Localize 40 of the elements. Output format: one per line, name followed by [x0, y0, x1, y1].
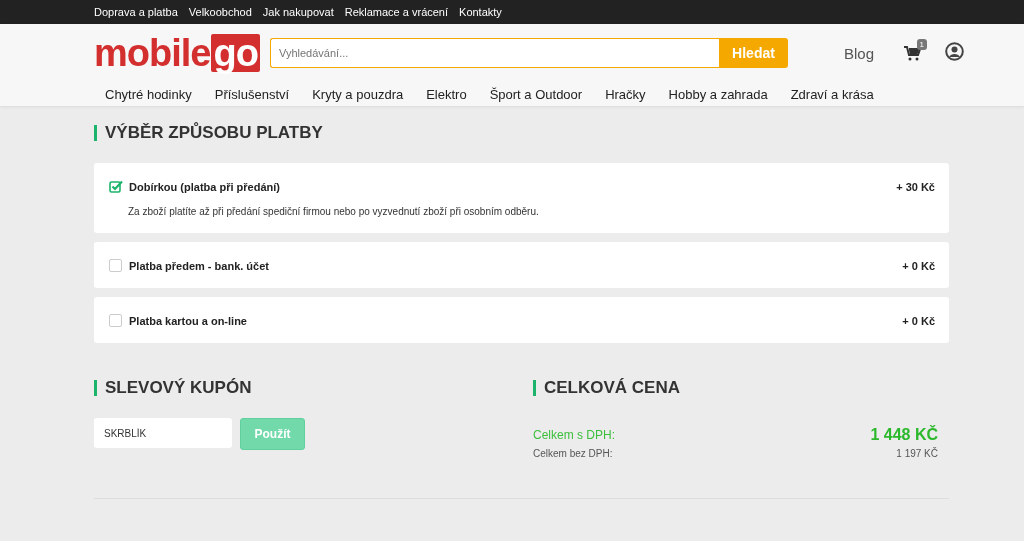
category-link[interactable]: Chytré hodinky	[105, 86, 192, 102]
coupon-field[interactable]: SKRBLÍK	[94, 418, 232, 448]
category-link[interactable]: Kryty a pouzdra	[312, 86, 404, 102]
top-link[interactable]: Doprava a platba	[94, 6, 178, 18]
category-link[interactable]: Příslušenství	[214, 86, 290, 102]
total-price: 1 197 KČ	[896, 448, 938, 459]
total-label: Celkem s DPH:	[533, 428, 615, 442]
category-link[interactable]: Elektro	[426, 86, 467, 102]
payment-price: + 0 Kč	[902, 314, 935, 327]
total-label: Celkem bez DPH:	[533, 448, 613, 459]
blog-link[interactable]: Blog	[844, 44, 875, 62]
checkbox[interactable]	[109, 314, 122, 327]
cart-count-badge: 1	[916, 38, 928, 50]
payment-option-label[interactable]: Platba předem - bank. účet	[129, 259, 897, 272]
section-heading: CELKOVÁ CENA	[544, 378, 680, 398]
payment-option-label[interactable]: Dobírkou (platba při předání)	[129, 180, 891, 193]
checkbox[interactable]	[109, 180, 123, 193]
search-field[interactable]: Vyhledávání...	[270, 38, 719, 68]
payment-option-label[interactable]: Platba kartou a on-line	[129, 314, 897, 327]
payment-price: + 30 Kč	[896, 180, 935, 193]
top-link[interactable]: Kontakty	[459, 6, 502, 18]
section-heading: SLEVOVÝ KUPÓN	[105, 378, 252, 398]
heading-accent	[94, 125, 97, 141]
category-link[interactable]: Šport a Outdoor	[489, 86, 583, 102]
top-link[interactable]: Reklamace a vrácení	[344, 6, 449, 18]
heading-accent	[94, 380, 97, 396]
payment-price: + 0 Kč	[902, 259, 935, 272]
logo[interactable]: mobilego	[94, 34, 270, 72]
category-link[interactable]: Hobby a zahrada	[668, 86, 768, 102]
checkbox[interactable]	[109, 259, 122, 272]
category-link[interactable]: Zdraví a krása	[790, 86, 874, 102]
top-link[interactable]: Velkoobchod	[188, 6, 252, 18]
section-heading: VÝBĚR ZPŮSOBU PLATBY	[105, 123, 323, 143]
cart-icon[interactable]	[904, 45, 922, 61]
payment-description: Za zboží platíte až při předání spediční firmou nebo po vyzvednutí zboží při osobním odběru.	[128, 206, 540, 217]
total-price: 1 448 KČ	[870, 426, 938, 444]
category-link[interactable]: Hračky	[605, 86, 646, 102]
heading-accent	[533, 380, 536, 396]
top-link[interactable]: Jak nakupovat	[262, 6, 334, 18]
user-icon[interactable]	[945, 41, 965, 61]
